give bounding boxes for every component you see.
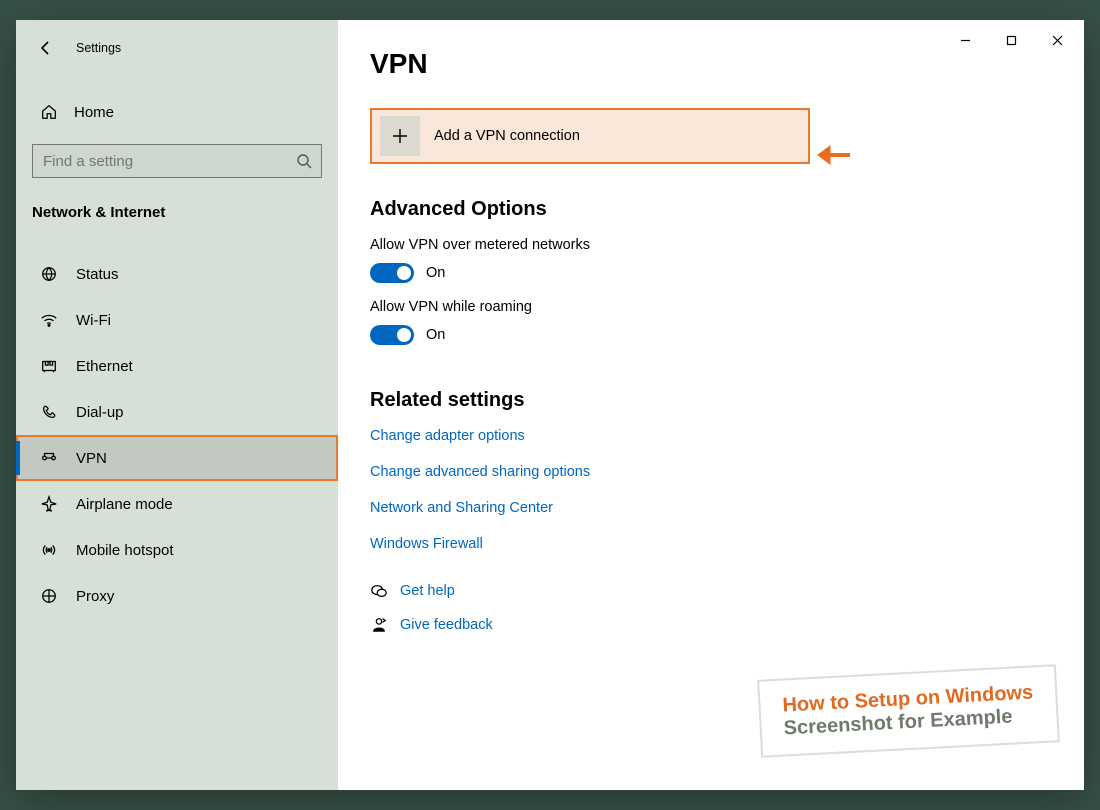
vpn-icon: [40, 449, 58, 467]
link-sharing-center[interactable]: Network and Sharing Center: [370, 500, 1052, 516]
window-controls: [942, 24, 1080, 56]
option-metered: Allow VPN over metered networks On: [370, 237, 1052, 283]
sidebar-section-title: Network & Internet: [32, 204, 338, 221]
footer-links: Get help Give feedback: [370, 582, 1052, 634]
nav-item-label: Mobile hotspot: [76, 542, 174, 559]
nav-item-airplane[interactable]: Airplane mode: [16, 481, 338, 527]
main-panel: VPN Add a VPN connection Advanced Option…: [338, 20, 1084, 790]
nav-item-label: Ethernet: [76, 358, 133, 375]
app-title: Settings: [76, 41, 121, 55]
feedback-row[interactable]: Give feedback: [370, 616, 1052, 634]
nav-item-vpn[interactable]: VPN: [16, 435, 338, 481]
sidebar: Settings Home Network & Internet Status …: [16, 20, 338, 790]
search-wrap: [32, 144, 322, 178]
toggle-state: On: [426, 265, 445, 281]
toggle-roaming[interactable]: [370, 325, 414, 345]
nav-item-status[interactable]: Status: [16, 251, 338, 297]
link-sharing-options[interactable]: Change advanced sharing options: [370, 464, 1052, 480]
home-icon: [40, 103, 58, 121]
close-icon: [1052, 35, 1063, 46]
option-label: Allow VPN while roaming: [370, 299, 1052, 315]
link-firewall[interactable]: Windows Firewall: [370, 536, 1052, 552]
related-section: Related settings Change adapter options …: [370, 389, 1052, 552]
add-vpn-label: Add a VPN connection: [434, 128, 580, 144]
minimize-icon: [960, 35, 971, 46]
add-vpn-button[interactable]: Add a VPN connection: [370, 108, 810, 164]
nav-item-proxy[interactable]: Proxy: [16, 573, 338, 619]
nav-item-label: Wi-Fi: [76, 312, 111, 329]
help-icon: [370, 582, 388, 600]
titlebar: Settings: [16, 28, 338, 68]
nav-home[interactable]: Home: [16, 90, 338, 134]
nav-item-ethernet[interactable]: Ethernet: [16, 343, 338, 389]
watermark: How to Setup on Windows Screenshot for E…: [757, 664, 1060, 758]
toggle-metered[interactable]: [370, 263, 414, 283]
toggle-state: On: [426, 327, 445, 343]
plus-icon: [380, 116, 420, 156]
ethernet-icon: [40, 357, 58, 375]
feedback-link[interactable]: Give feedback: [400, 617, 493, 633]
back-button[interactable]: [28, 30, 64, 66]
proxy-icon: [40, 587, 58, 605]
get-help-row[interactable]: Get help: [370, 582, 1052, 600]
close-button[interactable]: [1034, 24, 1080, 56]
nav-item-label: Proxy: [76, 588, 114, 605]
nav-item-label: Status: [76, 266, 119, 283]
minimize-button[interactable]: [942, 24, 988, 56]
option-label: Allow VPN over metered networks: [370, 237, 1052, 253]
feedback-icon: [370, 616, 388, 634]
nav-item-label: Airplane mode: [76, 496, 173, 513]
maximize-icon: [1006, 35, 1017, 46]
wifi-icon: [40, 311, 58, 329]
nav-item-hotspot[interactable]: Mobile hotspot: [16, 527, 338, 573]
dialup-icon: [40, 403, 58, 421]
related-heading: Related settings: [370, 389, 1052, 412]
link-adapter-options[interactable]: Change adapter options: [370, 428, 1052, 444]
search-icon: [296, 153, 312, 169]
nav-item-label: VPN: [76, 450, 107, 467]
nav-item-dialup[interactable]: Dial-up: [16, 389, 338, 435]
maximize-button[interactable]: [988, 24, 1034, 56]
globe-icon: [40, 265, 58, 283]
nav-item-wifi[interactable]: Wi-Fi: [16, 297, 338, 343]
advanced-heading: Advanced Options: [370, 198, 1052, 221]
arrow-left-icon: [38, 40, 54, 56]
airplane-icon: [40, 495, 58, 513]
nav-item-label: Dial-up: [76, 404, 124, 421]
search-input[interactable]: [32, 144, 322, 178]
settings-window: Settings Home Network & Internet Status …: [16, 20, 1084, 790]
home-label: Home: [74, 104, 114, 121]
option-roaming: Allow VPN while roaming On: [370, 299, 1052, 345]
nav-list: Status Wi-Fi Ethernet Dial-up VPN Airpla…: [16, 251, 338, 619]
hotspot-icon: [40, 541, 58, 559]
annotation-arrow-icon: [816, 142, 852, 173]
get-help-link[interactable]: Get help: [400, 583, 455, 599]
